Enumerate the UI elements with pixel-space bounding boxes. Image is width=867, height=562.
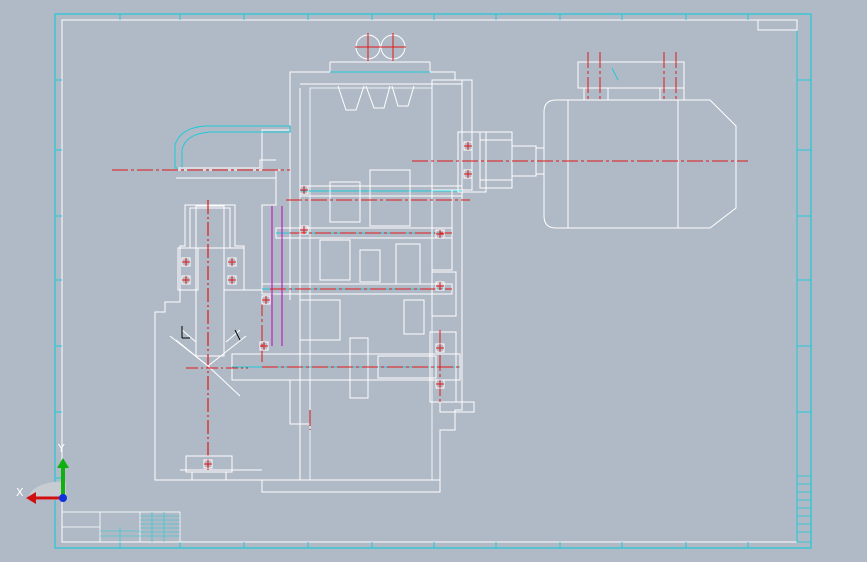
bearing-icon bbox=[299, 185, 309, 195]
title-block bbox=[61, 511, 181, 543]
top-rib-3 bbox=[391, 85, 415, 107]
vertical-input-housing bbox=[177, 200, 245, 481]
outer-frame bbox=[54, 13, 812, 549]
inner-frame bbox=[61, 19, 798, 543]
revision-table bbox=[796, 475, 812, 543]
bearing-icon bbox=[181, 257, 191, 267]
selected-shaft bbox=[271, 206, 283, 346]
bearing-icon bbox=[435, 229, 445, 239]
bearing-icon bbox=[227, 275, 237, 285]
bearing-icon bbox=[259, 341, 269, 351]
bearing-icon bbox=[261, 295, 271, 305]
z-axis-icon bbox=[59, 494, 67, 502]
bearing-icon bbox=[181, 275, 191, 285]
coupling bbox=[479, 131, 545, 189]
sheet-border bbox=[54, 13, 812, 549]
electric-motor bbox=[543, 61, 737, 229]
hood-cover bbox=[174, 125, 291, 169]
bearing-icon bbox=[463, 141, 473, 151]
bearing-icon bbox=[227, 257, 237, 267]
gearbox-assembly[interactable] bbox=[154, 33, 737, 493]
cad-drawing-viewport[interactable] bbox=[0, 0, 867, 562]
bearing-icon bbox=[203, 459, 213, 469]
x-axis-label: X bbox=[16, 486, 24, 499]
top-rib-1 bbox=[337, 85, 365, 111]
drawing-number-box bbox=[757, 19, 798, 31]
bearing-icon bbox=[463, 169, 473, 179]
shaft-1 bbox=[299, 185, 463, 197]
zone-ticks bbox=[55, 14, 811, 548]
axis-triad bbox=[26, 458, 69, 504]
housing-outline bbox=[154, 71, 463, 493]
right-bearing-stack bbox=[429, 79, 487, 413]
bevel-gear-pair bbox=[169, 326, 248, 397]
bearing-icon bbox=[435, 343, 445, 353]
top-rib-2 bbox=[365, 85, 391, 109]
y-axis-label: Y bbox=[58, 442, 65, 455]
base-plate bbox=[261, 479, 441, 493]
bearing-icon bbox=[435, 379, 445, 389]
